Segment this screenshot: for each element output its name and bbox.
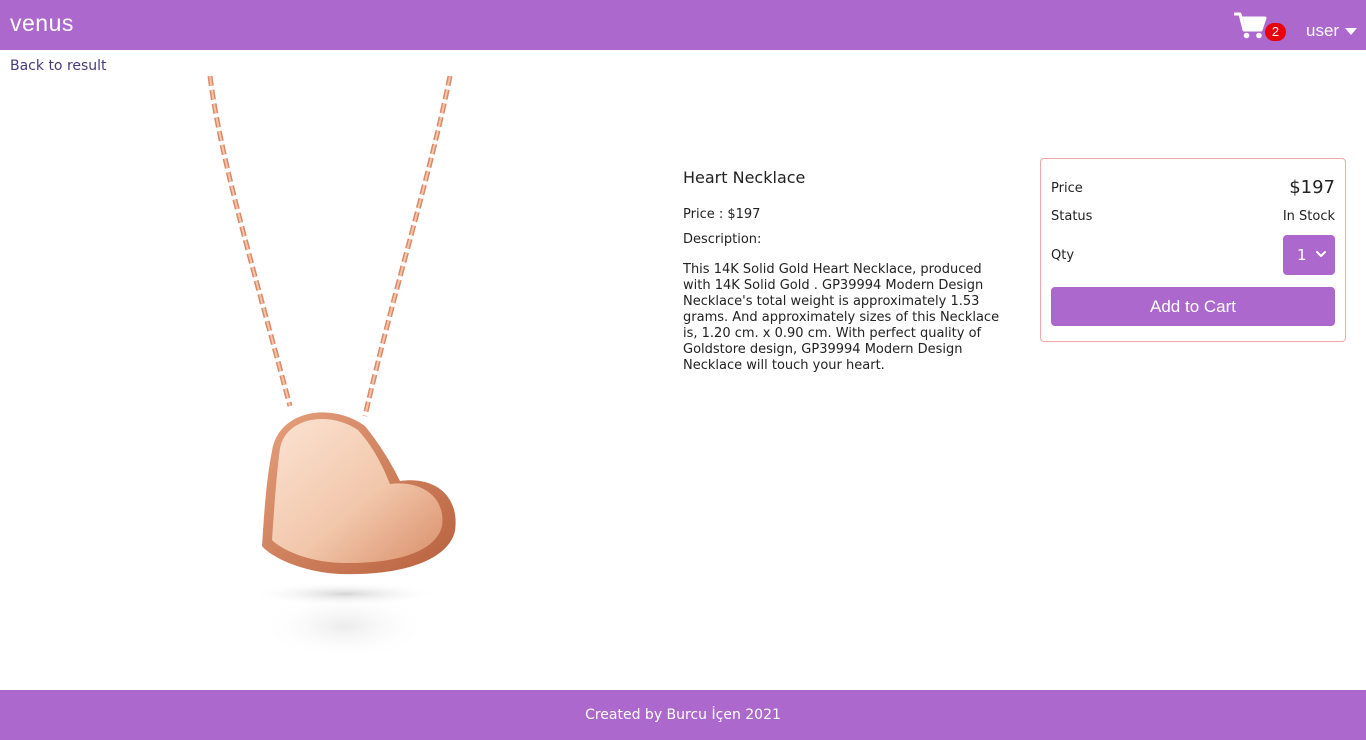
product-name: Heart Necklace (683, 168, 806, 187)
product-image (207, 76, 456, 661)
qty-selected-value: 1 (1297, 246, 1307, 264)
back-to-result-link[interactable]: Back to result (10, 58, 107, 74)
chevron-down-icon (1316, 251, 1326, 257)
brand-logo-link[interactable]: venus (10, 10, 74, 37)
footer-credit: Created by Burcu İçen 2021 (585, 707, 781, 723)
top-navbar: venus 2 user (0, 0, 1366, 50)
price-label: Price (1051, 181, 1083, 196)
product-price: Price : $197 (683, 207, 761, 222)
purchase-card: Price $197 Status In Stock Qty 1 Add to … (1040, 158, 1346, 342)
qty-label: Qty (1051, 248, 1075, 263)
status-value: In Stock (1282, 209, 1335, 224)
status-label: Status (1051, 209, 1093, 224)
description-label: Description: (683, 232, 762, 247)
shopping-cart-icon (1234, 12, 1267, 39)
cart-count-badge: 2 (1265, 23, 1286, 41)
price-value: $197 (1289, 177, 1335, 198)
qty-select[interactable]: 1 (1283, 235, 1335, 275)
cart-button[interactable]: 2 (1234, 12, 1286, 42)
caret-down-icon (1345, 27, 1358, 35)
user-dropdown-label: user (1306, 21, 1340, 40)
product-description: This 14K Solid Gold Heart Necklace, prod… (683, 262, 1000, 373)
footer: Created by Burcu İçen 2021 (0, 690, 1366, 740)
product-details: Heart Necklace Price : $197 Description:… (683, 168, 1003, 374)
user-dropdown[interactable]: user (1306, 20, 1358, 42)
add-to-cart-button[interactable]: Add to Cart (1051, 287, 1335, 326)
